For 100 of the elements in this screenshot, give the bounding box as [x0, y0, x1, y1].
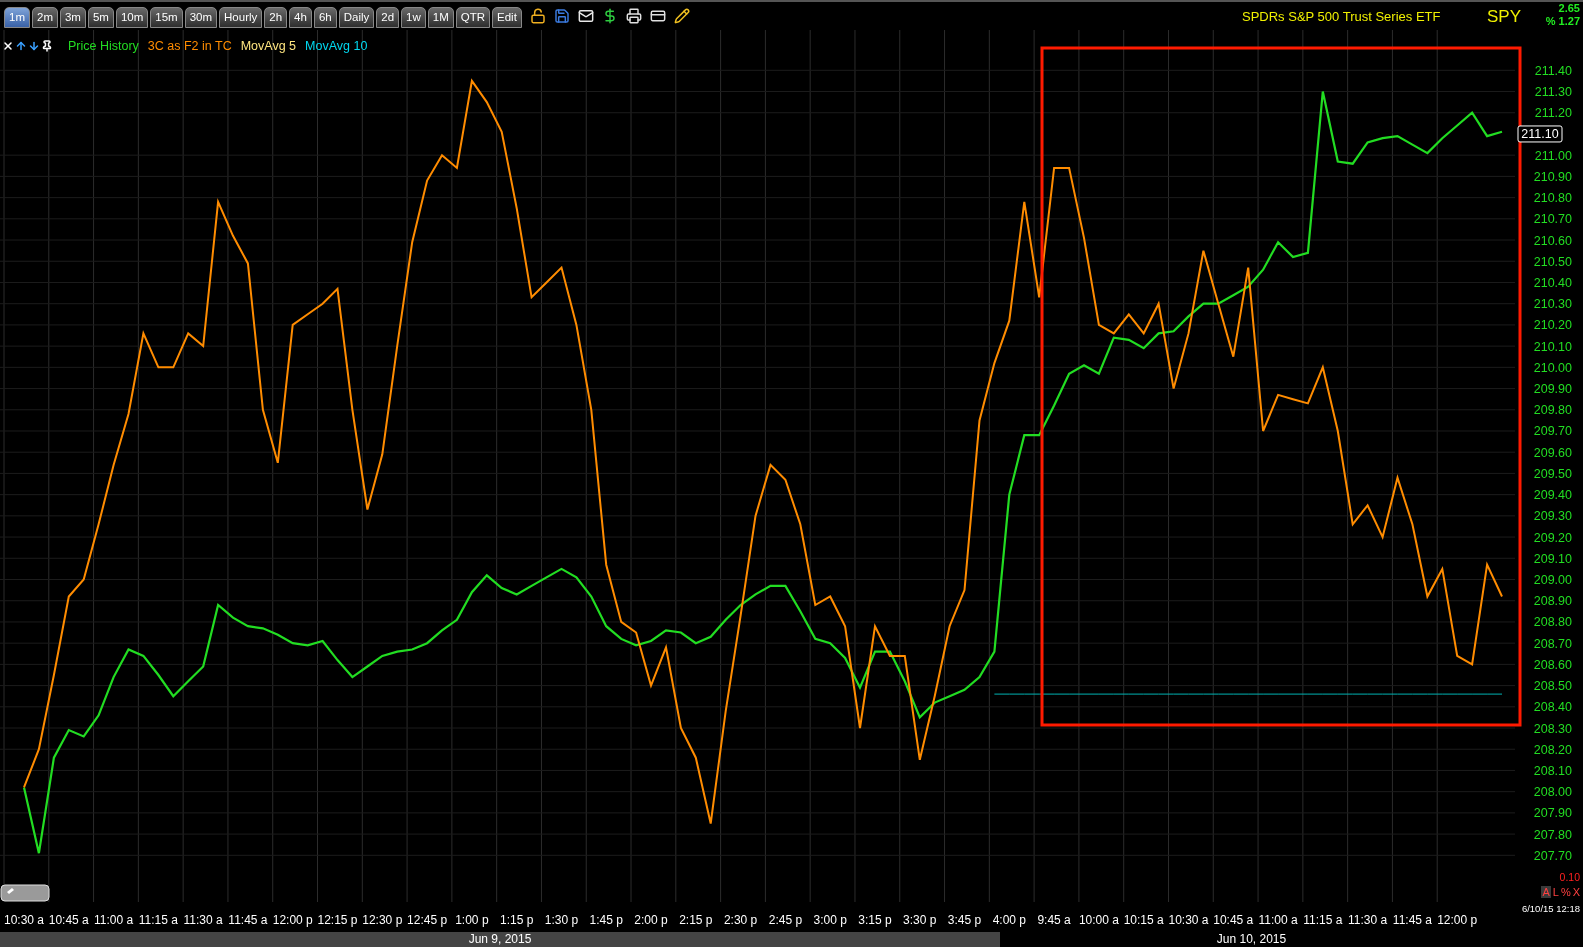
axis-label: 10:30 a [1168, 913, 1209, 927]
timeframe-tab[interactable]: 3m [59, 7, 86, 28]
axis-label: 209.20 [1533, 530, 1572, 545]
timeframe-tab[interactable]: 10m [115, 7, 149, 28]
axis-label: 208.20 [1533, 742, 1572, 757]
legend-item[interactable]: MovAvg 5 [240, 37, 297, 56]
axis-label: 209.80 [1533, 403, 1572, 418]
symbol: SPY [1487, 6, 1522, 28]
axis-label: 2:15 p [679, 913, 713, 927]
legend-item[interactable]: Price History [68, 37, 139, 56]
axis-label: 209.10 [1533, 551, 1572, 566]
legend-item[interactable]: MovAvg 10 [305, 37, 368, 56]
axis-label: 207.90 [1533, 806, 1572, 821]
scroll-thumb[interactable] [0, 884, 50, 902]
axis-label: 210.90 [1533, 169, 1572, 184]
axis-label: 10:45 a [1213, 913, 1254, 927]
save-icon[interactable] [553, 8, 570, 24]
axis-label: 208.90 [1533, 594, 1572, 609]
axis-label: 210.40 [1533, 276, 1572, 290]
scale-toggle[interactable]: X [1572, 886, 1580, 898]
printer-icon[interactable] [625, 8, 642, 24]
axis-label: 208.70 [1533, 636, 1572, 651]
axis-label: 210.20 [1533, 318, 1572, 333]
timeframe-tab[interactable]: 1w [401, 7, 426, 28]
axis-label: 208.60 [1533, 657, 1572, 672]
axis-label: 208.10 [1533, 763, 1572, 778]
lock-icon[interactable] [529, 8, 546, 24]
instrument-name: SPDRs S&P 500 Trust Series ETF [1242, 8, 1441, 26]
axis-label: 209.60 [1533, 445, 1572, 460]
axis-label: 210.50 [1533, 254, 1572, 269]
axis-label: 10:45 a [48, 913, 89, 927]
axis-label: 10:30 a [4, 913, 44, 927]
axis-label: 209.40 [1533, 488, 1572, 503]
axis-label: 11:45 a [1392, 913, 1432, 927]
axis-label: 3:30 p [903, 913, 937, 927]
timeframe-tab[interactable]: QTR [455, 7, 490, 28]
axis-label: 4:00 p [992, 913, 1026, 927]
axis-label: 11:45 a [228, 913, 268, 927]
timeframe-tab[interactable]: 2m [32, 7, 58, 28]
axis-label: 11:00 a [94, 913, 134, 927]
timeframe-tab[interactable]: 30m [184, 7, 218, 28]
axis-label: 208.40 [1533, 700, 1572, 715]
axis-label: 12:00 p [272, 913, 313, 927]
axis-label: 1:15 p [500, 913, 534, 927]
axis-label: 3:45 p [947, 913, 982, 927]
timeframe-tab[interactable]: 15m [150, 7, 183, 28]
timeframe-tab[interactable]: 6h [313, 7, 337, 28]
axis-label: 1:00 p [455, 913, 489, 927]
axis-label: 3:00 p [813, 913, 847, 927]
timeframe-tab[interactable]: Daily [338, 7, 375, 28]
axis-label: 207.70 [1533, 848, 1572, 863]
timestamp: 6/10/15 12:18 [1521, 903, 1580, 914]
axis-label: 9:45 a [1037, 913, 1071, 927]
axis-label: 2:45 p [768, 913, 803, 927]
arrow-up-icon[interactable] [15, 40, 27, 53]
axis-label: 2:30 p [723, 913, 758, 927]
price-change: 2.65 [1558, 2, 1580, 14]
timeframe-tab[interactable]: 4h [289, 7, 312, 28]
timeframe-tab[interactable]: 2d [376, 7, 400, 28]
axis-label: 10:15 a [1123, 913, 1164, 927]
axis-label: 210.80 [1533, 191, 1572, 206]
axis-label: 11:30 a [183, 913, 223, 927]
timeframe-tab[interactable]: 5m [87, 7, 114, 28]
axis-label: 10:00 a [1078, 913, 1119, 927]
axis-label: 12:15 p [317, 913, 358, 927]
axis-label: 209.30 [1533, 509, 1572, 524]
axis-label: 207.80 [1533, 827, 1572, 842]
axis-label: 211.20 [1534, 106, 1572, 121]
axis-label: 209.00 [1533, 573, 1572, 587]
legend-item[interactable]: 3C as F2 in TC [147, 37, 232, 56]
axis-label: 211.00 [1534, 148, 1572, 163]
scale-toggle[interactable]: L [1552, 886, 1559, 898]
axis-label: 11:15 a [138, 913, 178, 927]
arrow-down-icon[interactable] [28, 40, 40, 53]
axis-label: 209.90 [1533, 382, 1572, 397]
timeframe-tab[interactable]: Edit [492, 7, 522, 28]
pin-icon[interactable] [41, 40, 53, 53]
timeframe-tab[interactable]: Hourly [219, 7, 263, 28]
axis-label: 3:15 p [858, 913, 892, 927]
axis-label: 208.50 [1533, 679, 1572, 694]
scale-toggle[interactable]: % [1560, 886, 1571, 898]
mail-icon[interactable] [577, 8, 594, 24]
axis-label: 210.30 [1533, 297, 1572, 312]
timeframe-tab[interactable]: 1m [4, 7, 30, 28]
timeframe-tab[interactable]: 1M [427, 7, 454, 28]
card-icon[interactable] [649, 8, 666, 24]
close-icon[interactable] [2, 40, 14, 53]
axis-label: 208.80 [1533, 615, 1572, 630]
axis-label: 11:30 a [1348, 913, 1388, 927]
timeframe-tab[interactable]: 2h [264, 7, 288, 28]
axis-label: 208.00 [1533, 785, 1572, 800]
axis-label: 211.30 [1534, 85, 1572, 100]
axis-label: 208.30 [1533, 721, 1572, 736]
axis-label: 1:30 p [544, 913, 579, 927]
last-price-label: 211.10 [1517, 125, 1563, 143]
axis-label: 11:15 a [1303, 913, 1343, 927]
axis-label: 209.50 [1533, 466, 1572, 481]
axis-label: 210.00 [1533, 360, 1572, 375]
pencil-icon[interactable] [673, 8, 690, 24]
axis-label: 210.70 [1533, 212, 1572, 227]
